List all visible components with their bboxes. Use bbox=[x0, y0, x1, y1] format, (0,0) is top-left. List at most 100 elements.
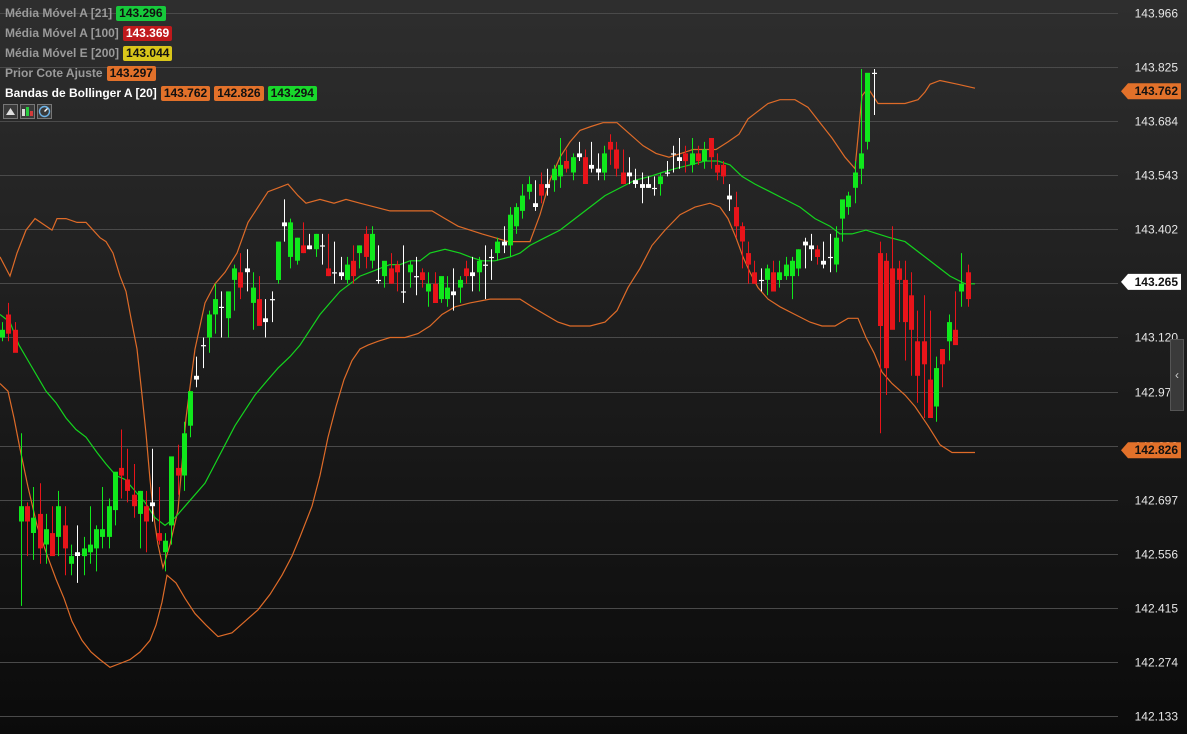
candle-body bbox=[897, 268, 902, 280]
gauge-icon[interactable] bbox=[37, 104, 52, 119]
candle-body bbox=[238, 272, 243, 288]
candle bbox=[815, 245, 820, 265]
legend-row[interactable]: Média Móvel A [21] 143.296 bbox=[5, 3, 317, 23]
candle bbox=[245, 249, 250, 292]
candle-body bbox=[665, 172, 670, 174]
candle-body bbox=[884, 260, 889, 369]
candle-body bbox=[276, 241, 281, 280]
legend-label: Média Móvel A [21] bbox=[5, 6, 113, 20]
candle-body bbox=[232, 268, 237, 280]
candle bbox=[364, 226, 369, 269]
candle-body bbox=[314, 233, 319, 250]
candle-body bbox=[251, 287, 256, 303]
candle-body bbox=[840, 199, 845, 219]
candle bbox=[477, 256, 482, 292]
legend-row[interactable]: Média Móvel E [200] 143.044 bbox=[5, 43, 317, 63]
collapse-panel-tab[interactable]: ‹ bbox=[1170, 339, 1184, 411]
candle-body bbox=[589, 164, 594, 169]
candle bbox=[345, 256, 350, 284]
candle-body bbox=[671, 153, 676, 155]
candle bbox=[213, 283, 218, 334]
candle bbox=[207, 310, 212, 353]
candle-body bbox=[458, 279, 463, 288]
candle bbox=[464, 260, 469, 284]
candle-body bbox=[451, 291, 456, 296]
candle bbox=[890, 226, 895, 330]
candle bbox=[784, 256, 789, 280]
candle bbox=[922, 295, 927, 418]
bars-icon[interactable] bbox=[20, 104, 35, 119]
candle-body bbox=[483, 264, 488, 266]
candle-body bbox=[564, 161, 569, 169]
candle-body bbox=[614, 149, 619, 169]
candle bbox=[401, 245, 406, 303]
candle bbox=[596, 153, 601, 181]
candle-body bbox=[295, 237, 300, 261]
candle-body bbox=[834, 237, 839, 265]
candle-body bbox=[0, 329, 5, 338]
candle-body bbox=[307, 245, 312, 250]
candle-body bbox=[966, 272, 971, 300]
legend-value-badge: 143.294 bbox=[267, 85, 317, 101]
candle bbox=[959, 253, 964, 307]
price-label: 143.265 bbox=[1121, 273, 1181, 290]
candle-body bbox=[947, 322, 952, 342]
candle-body bbox=[652, 187, 657, 190]
candle bbox=[314, 233, 319, 257]
y-tick-label: 143.543 bbox=[1135, 169, 1179, 183]
candle-body bbox=[520, 195, 525, 211]
candle bbox=[201, 337, 206, 369]
candle bbox=[182, 421, 187, 491]
candle-body bbox=[596, 168, 601, 173]
candle bbox=[263, 299, 268, 338]
candle-body bbox=[489, 256, 494, 259]
candle bbox=[934, 356, 939, 422]
candle bbox=[332, 241, 337, 284]
candle-body bbox=[903, 279, 908, 323]
candle bbox=[583, 149, 588, 184]
candle-body bbox=[771, 272, 776, 292]
candle bbox=[740, 222, 745, 269]
candle-body bbox=[514, 207, 519, 227]
candle-body bbox=[915, 341, 920, 376]
candle bbox=[533, 180, 538, 211]
candle bbox=[947, 314, 952, 361]
legend-row[interactable]: Prior Cote Ajuste 143.297 bbox=[5, 63, 317, 83]
candle-body bbox=[345, 264, 350, 280]
candle-body bbox=[38, 513, 43, 549]
candle bbox=[132, 464, 137, 518]
candle bbox=[771, 260, 776, 292]
candle bbox=[759, 268, 764, 292]
legend-row[interactable]: Média Móvel A [100] 143.369 bbox=[5, 23, 317, 43]
candle bbox=[433, 272, 438, 303]
candle bbox=[846, 191, 851, 215]
price-label-text: 142.826 bbox=[1135, 443, 1179, 457]
collapse-icon[interactable] bbox=[3, 104, 18, 119]
candle bbox=[683, 145, 688, 173]
candle-body bbox=[627, 172, 632, 177]
candle-body bbox=[953, 329, 958, 346]
candle-body bbox=[50, 533, 55, 557]
candle-body bbox=[163, 540, 168, 553]
y-tick-label: 143.684 bbox=[1135, 115, 1179, 129]
candle bbox=[489, 249, 494, 280]
candle bbox=[897, 260, 902, 323]
candle-body bbox=[495, 241, 500, 254]
candle bbox=[621, 149, 626, 185]
legend-row[interactable]: Bandas de Bollinger A [20] 143.762 142.826… bbox=[5, 83, 317, 103]
candle bbox=[219, 291, 224, 338]
candle bbox=[721, 161, 726, 185]
y-tick-label: 143.402 bbox=[1135, 223, 1179, 237]
candle bbox=[589, 141, 594, 173]
candle bbox=[339, 256, 344, 280]
candle-body bbox=[351, 260, 356, 277]
candle bbox=[232, 264, 237, 311]
candle bbox=[288, 218, 293, 269]
candle bbox=[414, 256, 419, 296]
price-chart[interactable]: 143.966 143.825 143.684 143.543 143.402 143.2… bbox=[0, 0, 1187, 734]
candle-body bbox=[69, 556, 74, 564]
candle-body bbox=[188, 391, 193, 426]
candle-body bbox=[332, 272, 337, 274]
candle-body bbox=[959, 283, 964, 292]
legend-value-badge: 143.297 bbox=[106, 65, 156, 81]
